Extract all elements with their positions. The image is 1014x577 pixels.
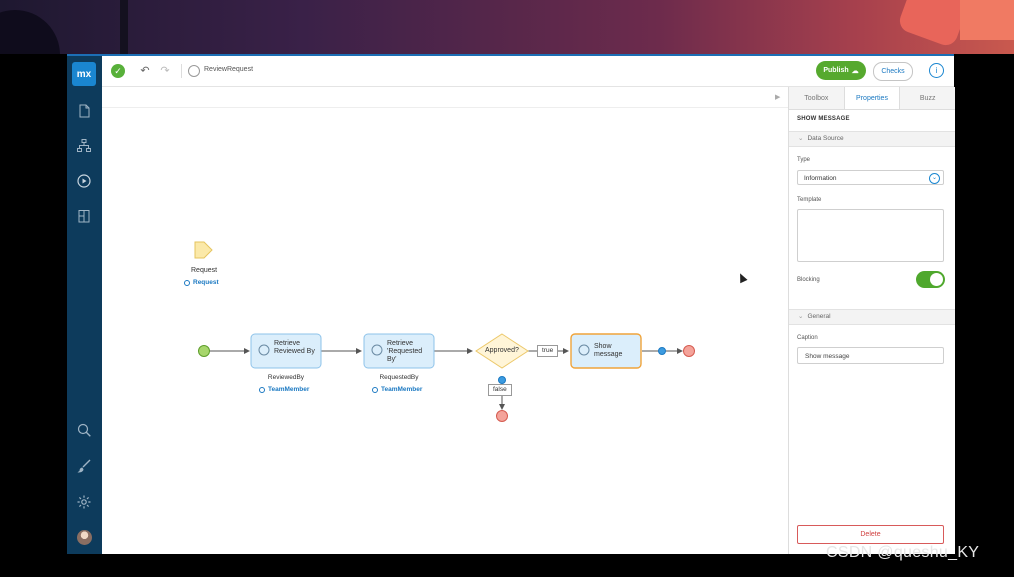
parameter-label: Request [191, 267, 218, 274]
checks-button[interactable]: Checks [873, 62, 913, 81]
delete-button[interactable]: Delete [797, 525, 944, 544]
type-label: Type [797, 157, 811, 163]
show-message-title: Show message [594, 343, 623, 358]
retrieve2-entity-name: TeamMember [381, 386, 423, 393]
gear-icon[interactable] [76, 494, 92, 510]
retrieve1-entity[interactable]: TeamMember [259, 386, 309, 393]
connection-point [658, 347, 666, 355]
sidebar: mx [67, 56, 102, 554]
retrieve1-title: Retrieve Reviewed By [274, 340, 315, 355]
caption-input[interactable]: Show message [797, 347, 944, 364]
type-select-value: Information [804, 175, 837, 182]
background-banner [0, 0, 1014, 54]
toolbar-divider [181, 64, 182, 78]
tab-properties[interactable]: Properties [843, 87, 901, 109]
general-section-label: General [807, 313, 831, 320]
mendix-studio-window: mx ✓ ↶ ↷ ReviewRequest Publish ☁ Checks … [67, 54, 955, 554]
type-select[interactable]: Information ⌄ [797, 170, 944, 185]
page-icon[interactable] [76, 103, 92, 119]
info-icon[interactable]: i [929, 63, 944, 78]
panel-tabs: Toolbox Properties Buzz [789, 87, 955, 110]
tab-buzz[interactable]: Buzz [900, 87, 955, 109]
parameter-shape [194, 241, 213, 259]
data-source-section[interactable]: ⌄ Data Source [789, 131, 955, 147]
parameter-entity[interactable]: Request [184, 279, 219, 286]
document-name[interactable]: ReviewRequest [204, 66, 253, 73]
hierarchy-icon[interactable] [76, 138, 92, 154]
retrieve1-entity-name: TeamMember [268, 386, 310, 393]
retrieve2-title: Retrieve 'Requested By' [387, 340, 423, 363]
retrieve2-variable: RequestedBy [379, 374, 419, 381]
data-source-section-label: Data Source [807, 135, 844, 142]
toolbar: ✓ ↶ ↷ ReviewRequest Publish ☁ Checks i [102, 56, 954, 87]
entity-icon [259, 386, 265, 393]
template-textarea[interactable] [797, 209, 944, 262]
play-circle-icon[interactable] [76, 173, 92, 189]
true-flag[interactable]: true [537, 345, 559, 357]
properties-panel: Toolbox Properties Buzz SHOW MESSAGE ⌄ Da… [788, 87, 955, 554]
watermark: CSDN @queshu_KY [826, 544, 980, 561]
mx-logo[interactable]: mx [72, 62, 96, 86]
blocking-toggle[interactable] [916, 271, 945, 288]
redo-icon[interactable]: ↷ [158, 64, 172, 78]
entity-icon [184, 279, 190, 286]
chevron-down-icon: ⌄ [929, 173, 940, 184]
end-event [683, 345, 695, 357]
connection-point [498, 376, 506, 384]
panel-title: SHOW MESSAGE [797, 116, 850, 122]
undo-icon[interactable]: ↶ [138, 64, 152, 78]
template-label: Template [797, 197, 822, 203]
retrieve2-entity[interactable]: TeamMember [372, 386, 422, 393]
general-section[interactable]: ⌄ General [789, 309, 955, 325]
microflow-diagram [194, 241, 695, 422]
entity-icon [372, 386, 378, 393]
publish-button[interactable]: Publish ☁ [816, 61, 866, 80]
search-icon[interactable] [76, 422, 92, 438]
tab-toolbox[interactable]: Toolbox [789, 87, 844, 109]
start-event [198, 345, 210, 357]
chevron-down-icon: ⌄ [798, 313, 804, 320]
avatar[interactable] [77, 530, 92, 545]
chevron-down-icon: ⌄ [798, 135, 804, 142]
retrieve1-variable: ReviewedBy [267, 374, 305, 381]
microflow-canvas[interactable]: ▶ Request Request Retrieve Reviewed By R… [102, 87, 788, 554]
check-status-icon[interactable]: ✓ [111, 64, 125, 78]
brush-icon[interactable] [76, 458, 92, 474]
decision-label: Approved? [485, 347, 519, 354]
microflow-document-icon [188, 65, 200, 77]
cloud-upload-icon: ☁ [851, 67, 859, 75]
caption-label: Caption [797, 335, 818, 341]
false-flag[interactable]: false [488, 384, 512, 396]
clipboard-icon[interactable] [76, 208, 92, 224]
end-event-false [496, 410, 508, 422]
blocking-label: Blocking [797, 277, 820, 283]
parameter-entity-name: Request [193, 279, 219, 286]
publish-label: Publish [823, 67, 849, 74]
